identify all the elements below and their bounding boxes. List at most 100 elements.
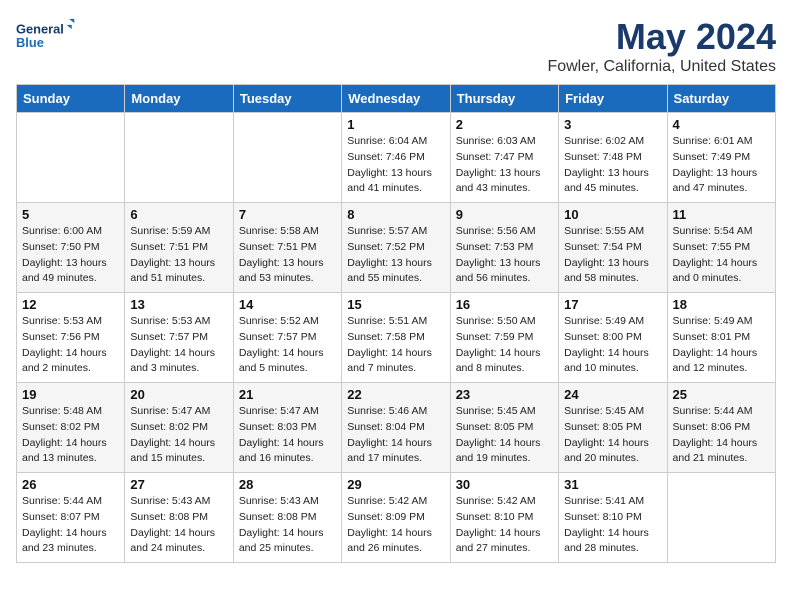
day-info: Sunrise: 5:49 AMSunset: 8:00 PMDaylight:… <box>564 314 661 377</box>
day-number: 5 <box>22 207 119 222</box>
day-number: 29 <box>347 477 444 492</box>
day-number: 27 <box>130 477 227 492</box>
svg-text:Blue: Blue <box>16 35 44 50</box>
calendar-cell: 29 Sunrise: 5:42 AMSunset: 8:09 PMDayligh… <box>342 473 450 563</box>
day-info: Sunrise: 5:41 AMSunset: 8:10 PMDaylight:… <box>564 494 661 557</box>
day-info: Sunrise: 5:52 AMSunset: 7:57 PMDaylight:… <box>239 314 336 377</box>
day-info: Sunrise: 5:46 AMSunset: 8:04 PMDaylight:… <box>347 404 444 467</box>
day-info: Sunrise: 5:43 AMSunset: 8:08 PMDaylight:… <box>130 494 227 557</box>
calendar-cell <box>125 113 233 203</box>
day-info: Sunrise: 5:47 AMSunset: 8:03 PMDaylight:… <box>239 404 336 467</box>
header-tuesday: Tuesday <box>233 85 341 113</box>
day-info: Sunrise: 6:01 AMSunset: 7:49 PMDaylight:… <box>673 134 770 197</box>
calendar-cell: 17 Sunrise: 5:49 AMSunset: 8:00 PMDayligh… <box>559 293 667 383</box>
calendar-cell: 18 Sunrise: 5:49 AMSunset: 8:01 PMDayligh… <box>667 293 775 383</box>
calendar-cell: 31 Sunrise: 5:41 AMSunset: 8:10 PMDayligh… <box>559 473 667 563</box>
title-block: May 2024 Fowler, California, United Stat… <box>547 16 776 76</box>
calendar-cell: 13Sunrise: 5:53 AMSunset: 7:57 PMDayligh… <box>125 293 233 383</box>
day-info: Sunrise: 5:44 AMSunset: 8:06 PMDaylight:… <box>673 404 770 467</box>
calendar-week-3: 12Sunrise: 5:53 AMSunset: 7:56 PMDayligh… <box>17 293 776 383</box>
day-number: 6 <box>130 207 227 222</box>
calendar-week-4: 19Sunrise: 5:48 AMSunset: 8:02 PMDayligh… <box>17 383 776 473</box>
calendar-cell: 15 Sunrise: 5:51 AMSunset: 7:58 PMDayligh… <box>342 293 450 383</box>
header-monday: Monday <box>125 85 233 113</box>
logo-svg: General Blue <box>16 16 76 56</box>
day-number: 2 <box>456 117 553 132</box>
day-number: 15 <box>347 297 444 312</box>
header-thursday: Thursday <box>450 85 558 113</box>
calendar-cell: 26 Sunrise: 5:44 AMSunset: 8:07 PMDayligh… <box>17 473 125 563</box>
header-wednesday: Wednesday <box>342 85 450 113</box>
day-info: Sunrise: 5:42 AMSunset: 8:10 PMDaylight:… <box>456 494 553 557</box>
calendar-title: May 2024 <box>547 16 776 58</box>
calendar-cell: 8Sunrise: 5:57 AMSunset: 7:52 PMDaylight… <box>342 203 450 293</box>
day-number: 31 <box>564 477 661 492</box>
calendar-cell: 24 Sunrise: 5:45 AMSunset: 8:05 PMDayligh… <box>559 383 667 473</box>
calendar-cell: 20 Sunrise: 5:47 AMSunset: 8:02 PMDayligh… <box>125 383 233 473</box>
day-info: Sunrise: 5:58 AMSunset: 7:51 PMDaylight:… <box>239 224 336 287</box>
calendar-cell: 28 Sunrise: 5:43 AMSunset: 8:08 PMDayligh… <box>233 473 341 563</box>
calendar-week-5: 26 Sunrise: 5:44 AMSunset: 8:07 PMDayligh… <box>17 473 776 563</box>
calendar-cell: 14Sunrise: 5:52 AMSunset: 7:57 PMDayligh… <box>233 293 341 383</box>
calendar-cell: 10Sunrise: 5:55 AMSunset: 7:54 PMDayligh… <box>559 203 667 293</box>
day-number: 11 <box>673 207 770 222</box>
day-info: Sunrise: 5:55 AMSunset: 7:54 PMDaylight:… <box>564 224 661 287</box>
calendar-week-1: 1Sunrise: 6:04 AMSunset: 7:46 PMDaylight… <box>17 113 776 203</box>
calendar-cell <box>17 113 125 203</box>
day-info: Sunrise: 6:03 AMSunset: 7:47 PMDaylight:… <box>456 134 553 197</box>
calendar-cell: 22 Sunrise: 5:46 AMSunset: 8:04 PMDayligh… <box>342 383 450 473</box>
day-number: 22 <box>347 387 444 402</box>
day-number: 13 <box>130 297 227 312</box>
calendar-cell: 27 Sunrise: 5:43 AMSunset: 8:08 PMDayligh… <box>125 473 233 563</box>
logo: General Blue <box>16 16 76 56</box>
day-number: 28 <box>239 477 336 492</box>
calendar-cell <box>667 473 775 563</box>
calendar-cell: 16Sunrise: 5:50 AMSunset: 7:59 PMDayligh… <box>450 293 558 383</box>
day-number: 25 <box>673 387 770 402</box>
calendar-table: Sunday Monday Tuesday Wednesday Thursday… <box>16 84 776 563</box>
calendar-cell: 6 Sunrise: 5:59 AMSunset: 7:51 PMDaylight… <box>125 203 233 293</box>
calendar-cell: 9 Sunrise: 5:56 AMSunset: 7:53 PMDaylight… <box>450 203 558 293</box>
calendar-cell: 2 Sunrise: 6:03 AMSunset: 7:47 PMDaylight… <box>450 113 558 203</box>
calendar-cell: 1Sunrise: 6:04 AMSunset: 7:46 PMDaylight… <box>342 113 450 203</box>
day-info: Sunrise: 5:47 AMSunset: 8:02 PMDaylight:… <box>130 404 227 467</box>
day-info: Sunrise: 5:42 AMSunset: 8:09 PMDaylight:… <box>347 494 444 557</box>
day-info: Sunrise: 5:45 AMSunset: 8:05 PMDaylight:… <box>456 404 553 467</box>
day-info: Sunrise: 6:04 AMSunset: 7:46 PMDaylight:… <box>347 134 444 197</box>
day-number: 26 <box>22 477 119 492</box>
day-info: Sunrise: 5:51 AMSunset: 7:58 PMDaylight:… <box>347 314 444 377</box>
calendar-cell: 11 Sunrise: 5:54 AMSunset: 7:55 PMDayligh… <box>667 203 775 293</box>
day-info: Sunrise: 5:44 AMSunset: 8:07 PMDaylight:… <box>22 494 119 557</box>
calendar-cell: 7 Sunrise: 5:58 AMSunset: 7:51 PMDaylight… <box>233 203 341 293</box>
day-number: 17 <box>564 297 661 312</box>
calendar-subtitle: Fowler, California, United States <box>547 58 776 76</box>
calendar-cell: 21Sunrise: 5:47 AMSunset: 8:03 PMDayligh… <box>233 383 341 473</box>
calendar-cell: 19Sunrise: 5:48 AMSunset: 8:02 PMDayligh… <box>17 383 125 473</box>
calendar-cell: 4Sunrise: 6:01 AMSunset: 7:49 PMDaylight… <box>667 113 775 203</box>
day-number: 30 <box>456 477 553 492</box>
day-number: 20 <box>130 387 227 402</box>
svg-text:General: General <box>16 21 64 36</box>
calendar-cell: 5Sunrise: 6:00 AMSunset: 7:50 PMDaylight… <box>17 203 125 293</box>
day-info: Sunrise: 5:49 AMSunset: 8:01 PMDaylight:… <box>673 314 770 377</box>
day-number: 9 <box>456 207 553 222</box>
day-number: 18 <box>673 297 770 312</box>
day-info: Sunrise: 5:54 AMSunset: 7:55 PMDaylight:… <box>673 224 770 287</box>
day-number: 24 <box>564 387 661 402</box>
day-info: Sunrise: 6:02 AMSunset: 7:48 PMDaylight:… <box>564 134 661 197</box>
day-info: Sunrise: 5:59 AMSunset: 7:51 PMDaylight:… <box>130 224 227 287</box>
day-info: Sunrise: 5:57 AMSunset: 7:52 PMDaylight:… <box>347 224 444 287</box>
day-info: Sunrise: 5:45 AMSunset: 8:05 PMDaylight:… <box>564 404 661 467</box>
day-info: Sunrise: 5:56 AMSunset: 7:53 PMDaylight:… <box>456 224 553 287</box>
day-number: 19 <box>22 387 119 402</box>
calendar-cell <box>233 113 341 203</box>
calendar-cell: 3 Sunrise: 6:02 AMSunset: 7:48 PMDaylight… <box>559 113 667 203</box>
day-number: 23 <box>456 387 553 402</box>
day-info: Sunrise: 5:53 AMSunset: 7:56 PMDaylight:… <box>22 314 119 377</box>
day-info: Sunrise: 5:43 AMSunset: 8:08 PMDaylight:… <box>239 494 336 557</box>
day-info: Sunrise: 5:50 AMSunset: 7:59 PMDaylight:… <box>456 314 553 377</box>
calendar-cell: 25 Sunrise: 5:44 AMSunset: 8:06 PMDayligh… <box>667 383 775 473</box>
day-number: 3 <box>564 117 661 132</box>
day-number: 7 <box>239 207 336 222</box>
page-header: General Blue May 2024 Fowler, California… <box>16 16 776 76</box>
